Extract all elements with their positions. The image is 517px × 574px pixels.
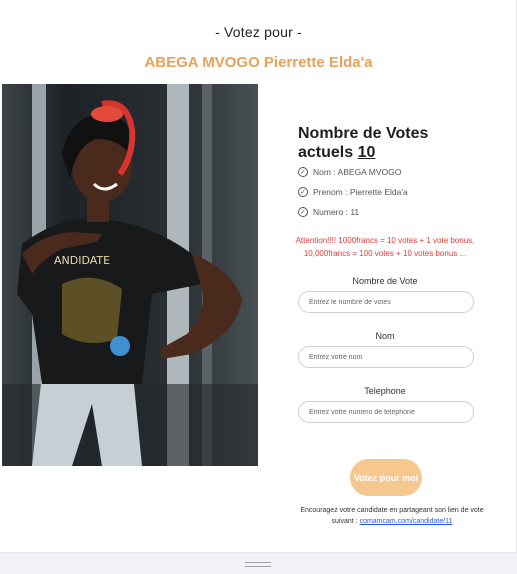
phone-field-label: Telephone bbox=[364, 386, 406, 396]
info-numero: ✓ Numero : 11 bbox=[298, 202, 480, 222]
page-eyebrow: - Votez pour - bbox=[215, 24, 302, 40]
votes-field-label: Nombre de Vote bbox=[352, 276, 418, 286]
votes-input[interactable] bbox=[298, 291, 474, 313]
candidate-name: ABEGA MVOGO Pierrette Elda'a bbox=[144, 54, 373, 71]
vote-card: - Votez pour - ABEGA MVOGO Pierrette Eld… bbox=[0, 0, 517, 552]
info-prenom: ✓ Prenom : Pierrette Elda'a bbox=[298, 182, 480, 202]
info-numero-text: Numero : 11 bbox=[313, 207, 360, 217]
candidate-photo: ANDIDATE bbox=[2, 84, 258, 466]
name-input[interactable] bbox=[298, 346, 474, 368]
promo-text: Attention!!!! 1000francs = 10 votes + 1 … bbox=[295, 236, 475, 258]
bottom-sheet-bar bbox=[0, 552, 517, 574]
svg-text:ANDIDATE: ANDIDATE bbox=[54, 254, 110, 267]
share-link[interactable]: comamcam.com/candidate/11 bbox=[360, 518, 453, 525]
phone-input[interactable] bbox=[298, 401, 474, 423]
name-field-label: Nom bbox=[375, 331, 395, 341]
info-nom: ✓ Nom : ABEGA MVOGO bbox=[298, 162, 480, 182]
vote-panel: Nombre de Votes actuels 10 ✓ Nom : ABEGA… bbox=[290, 124, 480, 423]
check-circle-icon: ✓ bbox=[298, 187, 308, 197]
check-circle-icon: ✓ bbox=[298, 167, 308, 177]
share-message: Encouragez votre candidate en partageant… bbox=[294, 505, 490, 527]
info-prenom-text: Prenom : Pierrette Elda'a bbox=[313, 187, 408, 197]
check-circle-icon: ✓ bbox=[298, 207, 308, 217]
info-nom-text: Nom : ABEGA MVOGO bbox=[313, 167, 402, 177]
vote-submit-button[interactable]: Votez pour moi bbox=[350, 459, 422, 496]
drag-handle-icon[interactable] bbox=[245, 562, 271, 567]
votes-title: Nombre de Votes actuels 10 bbox=[298, 124, 480, 162]
votes-count: 10 bbox=[357, 144, 376, 161]
